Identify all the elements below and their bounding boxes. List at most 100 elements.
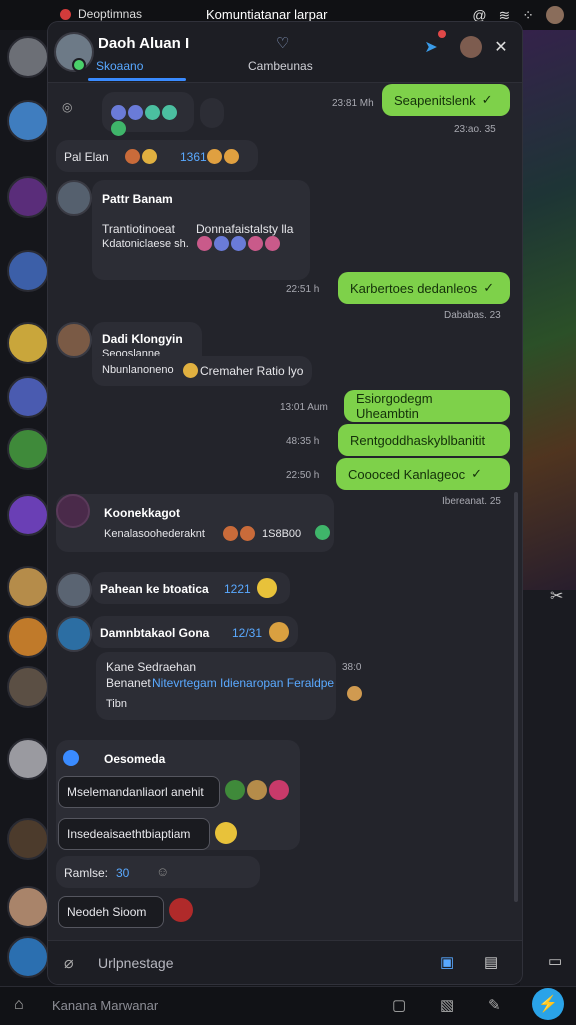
- outgoing-message[interactable]: Karbertoes dedanleos ✓: [338, 272, 510, 304]
- emoji-icon: [269, 622, 289, 642]
- outgoing-message[interactable]: Seapenitslenk ✓: [382, 84, 510, 116]
- rail-avatar[interactable]: [7, 176, 49, 218]
- message-date: Dababas. 23: [444, 310, 501, 321]
- chat-icon[interactable]: ▭: [548, 952, 562, 970]
- message-text: Kenalasoohederaknt: [104, 528, 205, 540]
- close-icon[interactable]: ✕: [488, 34, 514, 60]
- check-icon: ✓: [481, 92, 493, 107]
- status-title: Komuntiatanar larpar: [206, 7, 328, 22]
- outgoing-message[interactable]: Coooced Kanlageoc ✓: [336, 458, 510, 490]
- message-text: Seapenitslenk: [394, 92, 476, 108]
- message-bubble[interactable]: Pal Elan 1361: [56, 140, 258, 172]
- message-bubble[interactable]: Nbunlanoneno Cremaher Ratio lyo: [92, 356, 312, 386]
- heart-icon: ♡: [276, 35, 290, 52]
- emoji-icon: [207, 149, 222, 165]
- emoji-icon: [231, 236, 246, 252]
- record-icon: [60, 9, 71, 20]
- message-text: Mselemandanliaorl anehit: [67, 785, 204, 799]
- sender-name: Dadi Klongyin: [102, 332, 183, 346]
- verified-avatar[interactable]: [56, 616, 92, 652]
- outgoing-message[interactable]: Rentgoddhaskyblbanitit: [338, 424, 510, 456]
- rail-avatar[interactable]: [7, 616, 49, 658]
- emoji-icon: [315, 525, 330, 540]
- background-game-art: [520, 30, 576, 590]
- sender-avatar[interactable]: [56, 494, 90, 528]
- tab-active[interactable]: Skoaano: [96, 59, 143, 73]
- message-bubble[interactable]: Insedeaisaethtbiaptiam: [58, 818, 210, 850]
- message-text: Trantiotinoeat: [102, 222, 175, 236]
- rail-avatar[interactable]: [7, 818, 49, 860]
- emoji-icon: [169, 898, 193, 922]
- outgoing-message[interactable]: Esiorgodegm Uheambtin: [344, 390, 510, 422]
- home-icon[interactable]: ⌂: [14, 996, 24, 1014]
- sender-name: Damnbtakaol Gona: [100, 626, 210, 640]
- message-bubble[interactable]: Damnbtakaol Gona 12/31: [92, 616, 298, 648]
- sender-avatar[interactable]: [56, 180, 92, 216]
- rail-avatar[interactable]: [7, 100, 49, 142]
- message-time: 13:01 Aum: [280, 402, 328, 413]
- message-time: 1221: [224, 582, 251, 596]
- edit-icon[interactable]: ✎: [488, 996, 501, 1014]
- rail-avatar[interactable]: [7, 36, 49, 78]
- background-panel: [520, 590, 576, 990]
- message-text: Esiorgodegm Uheambtin: [356, 391, 433, 421]
- message-time: 22:50 h: [286, 470, 320, 481]
- online-indicator: [72, 58, 86, 72]
- rail-avatar[interactable]: [7, 936, 49, 978]
- emoji-icon: [224, 149, 239, 165]
- rail-avatar[interactable]: [7, 250, 49, 292]
- compose-button[interactable]: ⚡: [532, 988, 564, 1020]
- message-text: Neodeh Sioom: [67, 905, 147, 919]
- gift-icon[interactable]: ▢: [392, 996, 406, 1014]
- message-bubble[interactable]: Pattr Banam Trantiotinoeat Donnafaistals…: [92, 180, 310, 280]
- message-text: Coooced Kanlageoc: [348, 466, 466, 482]
- user-avatar[interactable]: [460, 36, 482, 58]
- status-left-text: Deoptimnas: [78, 7, 143, 21]
- message-time: 23:81 Mh: [332, 98, 374, 109]
- message-number: 30: [116, 866, 130, 880]
- emoji-icon: [225, 780, 245, 800]
- rail-avatar[interactable]: [7, 566, 49, 608]
- sticker-icon[interactable]: ▧: [440, 996, 454, 1014]
- rail-avatar[interactable]: [7, 886, 49, 928]
- rail-avatar[interactable]: [7, 376, 49, 418]
- rail-avatar[interactable]: [7, 738, 49, 780]
- bottom-bar: ⌂ Kanana Marwanar ▢ ▧ ✎: [0, 986, 576, 1025]
- message-bubble[interactable]: Ramlse: 30 ☺: [56, 856, 260, 888]
- message-time: 22:51 h: [286, 284, 320, 295]
- reaction-bubble[interactable]: [200, 98, 224, 128]
- tab-other[interactable]: Cambeunas: [248, 59, 313, 73]
- message-text: Kane Sedraehan: [106, 660, 197, 674]
- message-time: 48:35 h: [286, 436, 320, 447]
- message-bubble[interactable]: Pahean ke btoatica 1221: [92, 572, 290, 604]
- message-link[interactable]: Nitevrtegam Idienaropan Feraldpe: [152, 676, 334, 690]
- sender-avatar[interactable]: [56, 322, 92, 358]
- message-text: Cremaher Ratio lyo: [200, 364, 304, 378]
- wifi-icon: ≋: [498, 6, 511, 23]
- message-bubble[interactable]: Koonekkagot Kenalasoohederaknt 1S8B00: [56, 494, 334, 552]
- message-text: Donnafaistalsty lla: [196, 222, 294, 236]
- message-date: Ibereanat. 25: [442, 496, 501, 507]
- message-text: Pahean ke btoatica: [100, 582, 209, 596]
- rail-avatar[interactable]: [7, 494, 49, 536]
- camera-icon[interactable]: ▣: [440, 953, 454, 971]
- emoji-icon: [257, 578, 277, 598]
- rail-avatar[interactable]: [7, 666, 49, 708]
- message-input[interactable]: Urlpnestage: [98, 955, 174, 971]
- attach-icon[interactable]: ⌀: [64, 953, 74, 973]
- profile-avatar[interactable]: [546, 6, 564, 24]
- sender-name: Pattr Banam: [102, 192, 173, 206]
- rail-avatar[interactable]: [7, 322, 49, 364]
- message-bubble[interactable]: Kane Sedraehan Benanet Nitevrtegam Idien…: [96, 652, 336, 720]
- sender-name: Oesomeda: [104, 752, 166, 766]
- scrollbar[interactable]: [514, 492, 518, 902]
- message-bubble[interactable]: Neodeh Sioom: [58, 896, 164, 928]
- emoji-icon: [248, 236, 263, 252]
- message-bubble[interactable]: Mselemandanliaorl anehit: [58, 776, 220, 808]
- file-icon[interactable]: ▤: [484, 953, 498, 971]
- sender-avatar[interactable]: [56, 572, 92, 608]
- message-bubble[interactable]: [102, 92, 194, 137]
- rail-avatar[interactable]: [7, 428, 49, 470]
- pin-icon[interactable]: ✂: [550, 586, 563, 606]
- chat-list-rail: [0, 30, 52, 990]
